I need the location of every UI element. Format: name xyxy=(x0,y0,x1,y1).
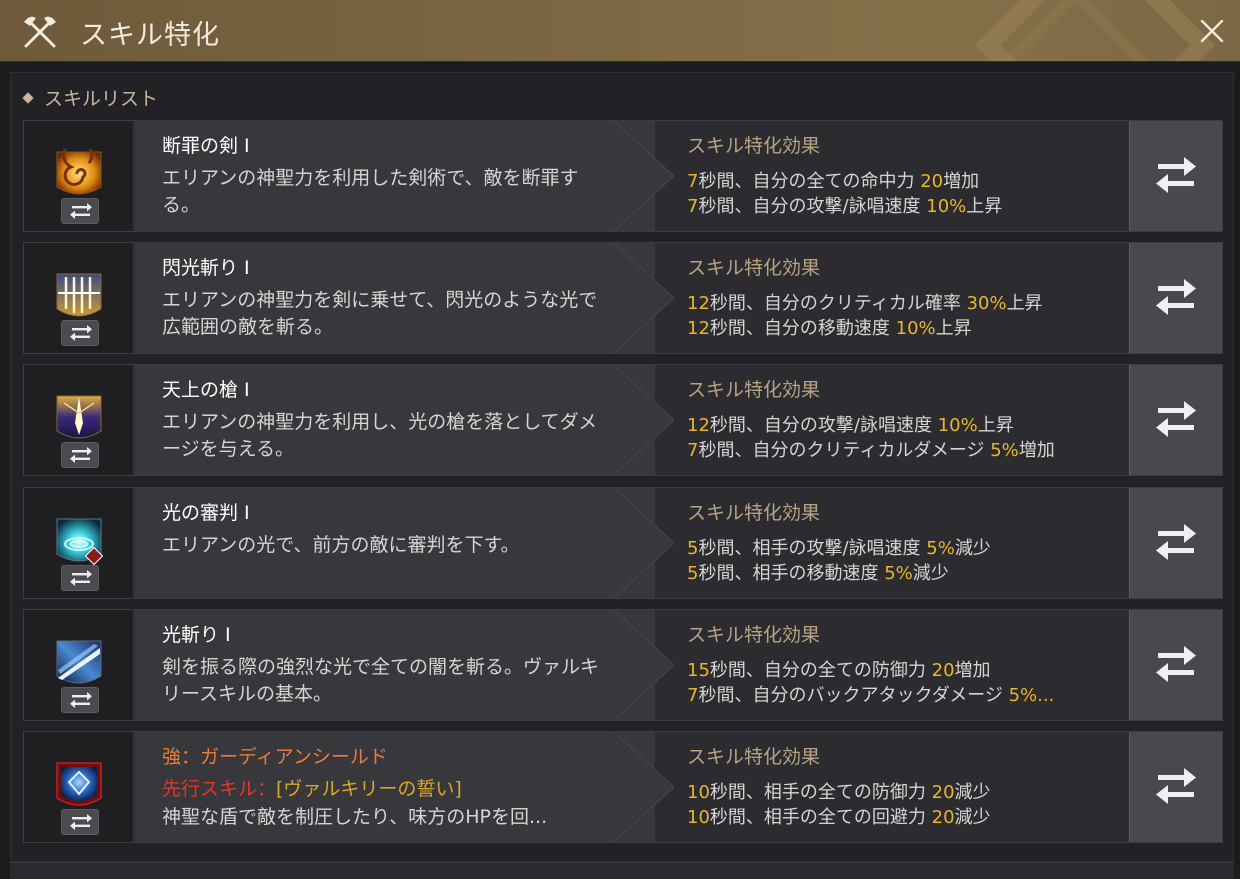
skill-name: 光斬り I xyxy=(162,624,231,646)
effect-line: 12秒間、自分の攻撃/詠唱速度 10%上昇 xyxy=(687,415,1014,436)
skill-name: 閃光斬り I xyxy=(162,257,250,279)
effect-line: 7秒間、自分のバックアタックダメージ 5%... xyxy=(687,685,1055,706)
skill-row[interactable]: 閃光斬り I エリアンの神聖力を剣に乗せて、閃光のような光で広範囲の敵を斬る。 … xyxy=(23,242,1223,354)
skill-row[interactable]: 光斬り I 剣を振る際の強烈な光で全ての闇を斬る。ヴァルキリースキルの基本。 ス… xyxy=(23,609,1223,721)
effect-line: 7秒間、自分の攻撃/詠唱速度 10%上昇 xyxy=(687,196,1003,217)
skill-desc: エリアンの神聖力を利用し、光の槍を落としてダメージを与える。 xyxy=(162,411,598,460)
chevron-divider xyxy=(594,121,674,231)
effect-line: 10秒間、相手の全ての回避力 20減少 xyxy=(687,807,991,828)
swap-arrows-icon xyxy=(1156,157,1196,193)
section-label: スキルリスト xyxy=(44,88,159,110)
effect-line: 12秒間、自分のクリティカル確率 30%上昇 xyxy=(687,293,1043,314)
chevron-divider xyxy=(594,243,674,353)
effect-title: スキル特化効果 xyxy=(687,746,821,768)
effect-title: スキル特化効果 xyxy=(687,379,821,401)
swap-button[interactable] xyxy=(1129,488,1222,598)
swap-arrows-icon xyxy=(1156,401,1196,437)
mini-swap-button[interactable] xyxy=(61,320,99,346)
swap-arrows-icon xyxy=(70,325,92,341)
swap-button[interactable] xyxy=(1129,365,1222,475)
skill-icon-cell xyxy=(24,610,134,720)
prerequisite-skill: 先行スキル：[ヴァルキリーの誓い] xyxy=(162,778,462,800)
flash-slash-icon xyxy=(56,273,102,317)
effect-line: 12秒間、自分の移動速度 10%上昇 xyxy=(687,318,972,339)
skill-row[interactable]: 光の審判 I エリアンの光で、前方の敵に審判を下す。 スキル特化効果 5秒間、相… xyxy=(23,487,1223,599)
light-judgment-icon xyxy=(56,518,104,566)
skill-desc: エリアンの神聖力を利用した剣術で、敵を断罪する。 xyxy=(162,167,579,216)
effect-title: スキル特化効果 xyxy=(687,502,821,524)
effect-line: 5秒間、相手の攻撃/詠唱速度 5%減少 xyxy=(687,538,991,559)
swap-arrows-icon xyxy=(1156,279,1196,315)
skill-desc: エリアンの光で、前方の敵に審判を下す。 xyxy=(162,534,520,556)
panel-footer xyxy=(10,862,1234,879)
skill-name: 断罪の剣 I xyxy=(162,135,250,157)
guardian-shield-icon xyxy=(56,762,102,806)
effect-title: スキル特化効果 xyxy=(687,624,821,646)
swap-arrows-icon xyxy=(70,814,92,830)
close-icon[interactable] xyxy=(1198,17,1226,45)
skill-icon-cell xyxy=(24,488,134,598)
effect-title: スキル特化効果 xyxy=(687,135,821,157)
effect-line: 7秒間、自分のクリティカルダメージ 5%増加 xyxy=(687,440,1055,461)
skill-row[interactable]: 断罪の剣 I エリアンの神聖力を利用した剣術で、敵を断罪する。 スキル特化効果 … xyxy=(23,120,1223,232)
skill-name: 光の審判 I xyxy=(162,502,250,524)
skill-desc: エリアンの神聖力を剣に乗せて、閃光のような光で広範囲の敵を斬る。 xyxy=(162,289,598,338)
swap-button[interactable] xyxy=(1129,121,1222,231)
golden-spiral-icon xyxy=(56,149,102,195)
effect-line: 7秒間、自分の全ての命中力 20増加 xyxy=(687,171,980,192)
chevron-divider xyxy=(594,610,674,720)
effect-line: 15秒間、自分の全ての防御力 20増加 xyxy=(687,660,991,681)
mini-swap-button[interactable] xyxy=(61,198,99,224)
swap-arrows-icon xyxy=(70,692,92,708)
skill-icon-cell xyxy=(24,243,134,353)
skill-icon-cell xyxy=(24,732,134,842)
skill-name: 強：ガーディアンシールド xyxy=(162,746,388,768)
mini-swap-button[interactable] xyxy=(61,687,99,713)
title-bar: スキル特化 xyxy=(0,0,1240,62)
skill-name: 天上の槍 I xyxy=(162,379,250,401)
crossed-axes-icon xyxy=(24,16,56,48)
swap-arrows-icon xyxy=(70,570,92,586)
heavenly-spear-icon xyxy=(56,395,102,439)
skill-desc: 剣を振る際の強烈な光で全ての闇を斬る。ヴァルキリースキルの基本。 xyxy=(162,656,600,705)
swap-arrows-icon xyxy=(70,203,92,219)
skill-icon-cell xyxy=(24,121,134,231)
effect-title: スキル特化効果 xyxy=(687,257,821,279)
mini-swap-button[interactable] xyxy=(61,809,99,835)
diamond-bullet-icon xyxy=(22,91,34,104)
skill-row[interactable]: 天上の槍 I エリアンの神聖力を利用し、光の槍を落としてダメージを与える。 スキ… xyxy=(23,364,1223,476)
mini-swap-button[interactable] xyxy=(61,442,99,468)
chevron-divider xyxy=(594,365,674,475)
skill-row[interactable]: 強：ガーディアンシールド 先行スキル：[ヴァルキリーの誓い] 神聖な盾で敵を制圧… xyxy=(23,731,1223,843)
skill-icon-cell xyxy=(24,365,134,475)
swap-button[interactable] xyxy=(1129,243,1222,353)
swap-arrows-icon xyxy=(1156,646,1196,682)
section-header: スキルリスト xyxy=(22,84,159,111)
effect-line: 5秒間、相手の移動速度 5%減少 xyxy=(687,563,949,584)
window-title: スキル特化 xyxy=(80,20,220,51)
mini-swap-button[interactable] xyxy=(61,565,99,591)
light-slash-icon xyxy=(56,640,102,684)
swap-button[interactable] xyxy=(1129,610,1222,720)
skill-desc: 神聖な盾で敵を制圧したり、味方のHPを回... xyxy=(162,806,548,828)
swap-arrows-icon xyxy=(70,447,92,463)
chevron-divider xyxy=(594,488,674,598)
swap-arrows-icon xyxy=(1156,524,1196,560)
swap-arrows-icon xyxy=(1156,768,1196,804)
effect-line: 10秒間、相手の全ての防御力 20減少 xyxy=(687,782,991,803)
swap-button[interactable] xyxy=(1129,732,1222,842)
